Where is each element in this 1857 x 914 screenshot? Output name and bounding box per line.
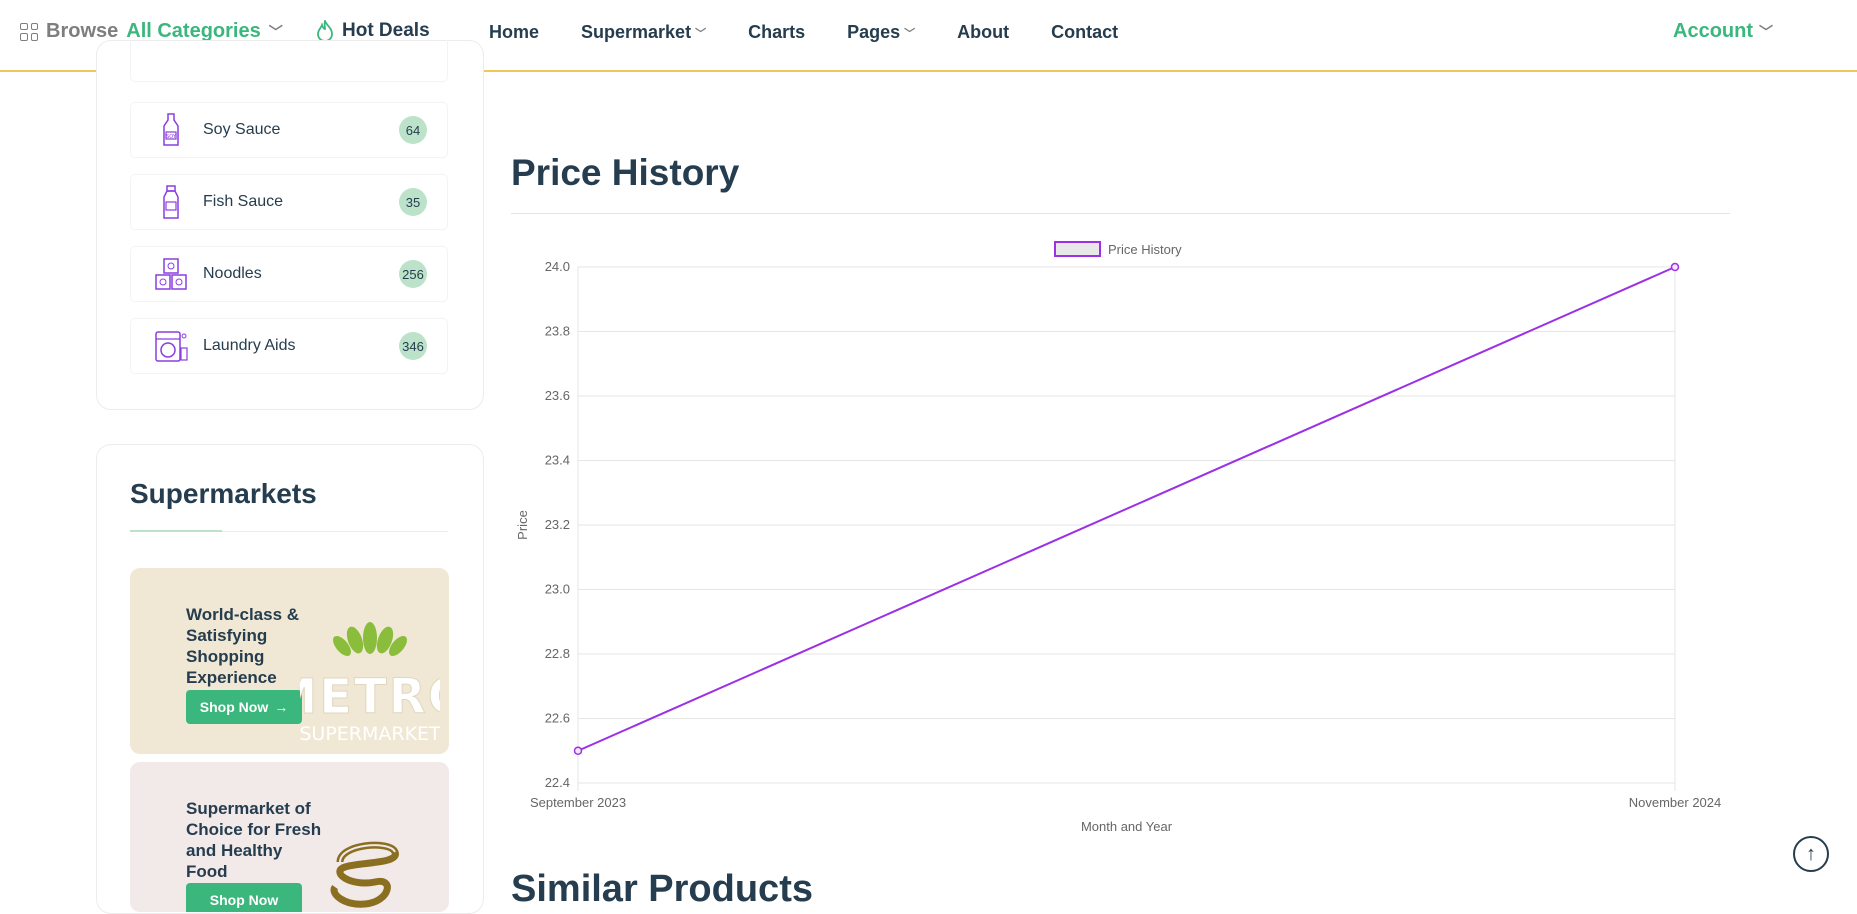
chevron-down-icon: ﹀ (1759, 23, 1773, 40)
y-tick-label: 23.4 (545, 453, 570, 468)
washing-machine-icon (151, 326, 191, 366)
data-point (573, 746, 583, 755)
svg-text:SUPERMARKET: SUPERMARKET (300, 723, 440, 745)
x-axis-title: Month and Year (1081, 819, 1173, 834)
price-history-title: Price History (511, 152, 740, 193)
supermarket-banner-2[interactable]: Supermarket of Choice for Fresh and Heal… (130, 762, 449, 912)
nav-label: Supermarket (581, 22, 692, 42)
scroll-to-top-button[interactable]: ↑ (1793, 836, 1829, 872)
supermarkets-title: Supermarkets (130, 478, 317, 509)
y-axis-title: Price (515, 510, 530, 540)
shop-now-label: Shop Now (209, 892, 279, 908)
metro-supermarket-logo: METRO SUPERMARKET (300, 622, 440, 745)
chevron-down-icon: ﹀ (695, 27, 707, 40)
nav-item-contact[interactable]: Contact (1051, 22, 1118, 43)
arrow-up-icon: ↑ (1806, 842, 1816, 865)
y-tick-label: 22.8 (545, 646, 570, 661)
category-name: Laundry Aids (203, 337, 296, 354)
y-tick-label: 23.0 (545, 582, 570, 597)
x-tick-label: September 2023 (530, 795, 626, 810)
category-item-noodles[interactable]: Noodles 256 (130, 246, 448, 302)
y-tick-label: 22.6 (545, 711, 570, 726)
nav-item-home[interactable]: Home (489, 22, 539, 43)
soy-sauce-bottle-icon: SOY (151, 110, 191, 150)
series-line (577, 266, 1676, 752)
nav-item-supermarket[interactable]: Supermarket ﹀ (581, 22, 706, 43)
nav-label: About (957, 22, 1010, 42)
x-tick-label: November 2024 (1629, 795, 1722, 810)
category-item-soy-sauce[interactable]: SOY Soy Sauce 64 (130, 102, 448, 158)
y-tick-label: 23.6 (545, 388, 570, 403)
category-count-badge: 35 (399, 188, 427, 216)
section-divider (130, 530, 448, 532)
data-point (1670, 262, 1680, 272)
nav-label: Charts (748, 22, 806, 42)
similar-products-title: Similar Products (511, 868, 813, 910)
category-name: Soy Sauce (203, 121, 281, 138)
grid-icon (20, 22, 38, 41)
category-item-fish-sauce[interactable]: Fish Sauce 35 (130, 174, 448, 230)
y-tick-label: 22.4 (545, 775, 570, 790)
main-nav: Home Supermarket ﹀ Charts Pages ﹀ About Co… (489, 22, 1160, 43)
shop-now-button[interactable]: Shop Now → (186, 690, 302, 724)
nav-label: Home (489, 22, 540, 42)
banner-text: Supermarket of Choice for Fresh and Heal… (186, 799, 322, 881)
nav-label: Contact (1051, 22, 1119, 42)
category-count-badge: 256 (399, 260, 427, 288)
nav-label: Pages (847, 22, 901, 42)
nav-item-pages[interactable]: Pages ﹀ (847, 22, 915, 43)
shop-now-label: Shop Now (199, 699, 269, 715)
y-tick-label: 23.2 (545, 517, 570, 532)
category-item-laundry-aids[interactable]: Laundry Aids 346 (130, 318, 448, 374)
chevron-down-icon: ﹀ (904, 27, 916, 40)
category-name: Fish Sauce (203, 193, 284, 210)
svg-text:METRO: METRO (300, 669, 440, 725)
supermarket-logo (330, 841, 399, 908)
price-history-chart: 24.0 23.8 23.6 23.4 23.2 23.0 22.8 22.6 22.4 Sept… (515, 241, 1722, 834)
fish-sauce-bottle-icon (151, 182, 191, 222)
chevron-down-icon: ﹀ (268, 23, 283, 40)
nav-item-about[interactable]: About (957, 22, 1009, 43)
account-menu[interactable]: Account ﹀ (1673, 20, 1773, 43)
flame-icon (317, 20, 333, 42)
arrow-right-icon: → (274, 699, 289, 715)
svg-text:SOY: SOY (166, 134, 177, 140)
noodles-icon (151, 254, 191, 294)
supermarket-banner-metro[interactable]: World-class & Satisfying Shopping Experi… (130, 568, 449, 754)
category-name: Noodles (203, 265, 262, 282)
section-divider (511, 213, 1730, 214)
y-tick-label: 24.0 (545, 259, 570, 274)
category-item-partial[interactable] (130, 40, 448, 82)
nav-item-charts[interactable]: Charts (748, 22, 805, 43)
hot-deals-label: Hot Deals (342, 20, 430, 41)
y-tick-label: 23.8 (545, 324, 570, 339)
shop-now-button[interactable]: Shop Now (186, 883, 302, 912)
category-count-badge: 64 (399, 116, 427, 144)
account-label: Account (1673, 20, 1753, 42)
legend-swatch (1054, 241, 1101, 257)
hot-deals-link[interactable]: Hot Deals (316, 20, 430, 42)
legend-label: Price History (1108, 242, 1182, 257)
category-count-badge: 346 (399, 332, 427, 360)
